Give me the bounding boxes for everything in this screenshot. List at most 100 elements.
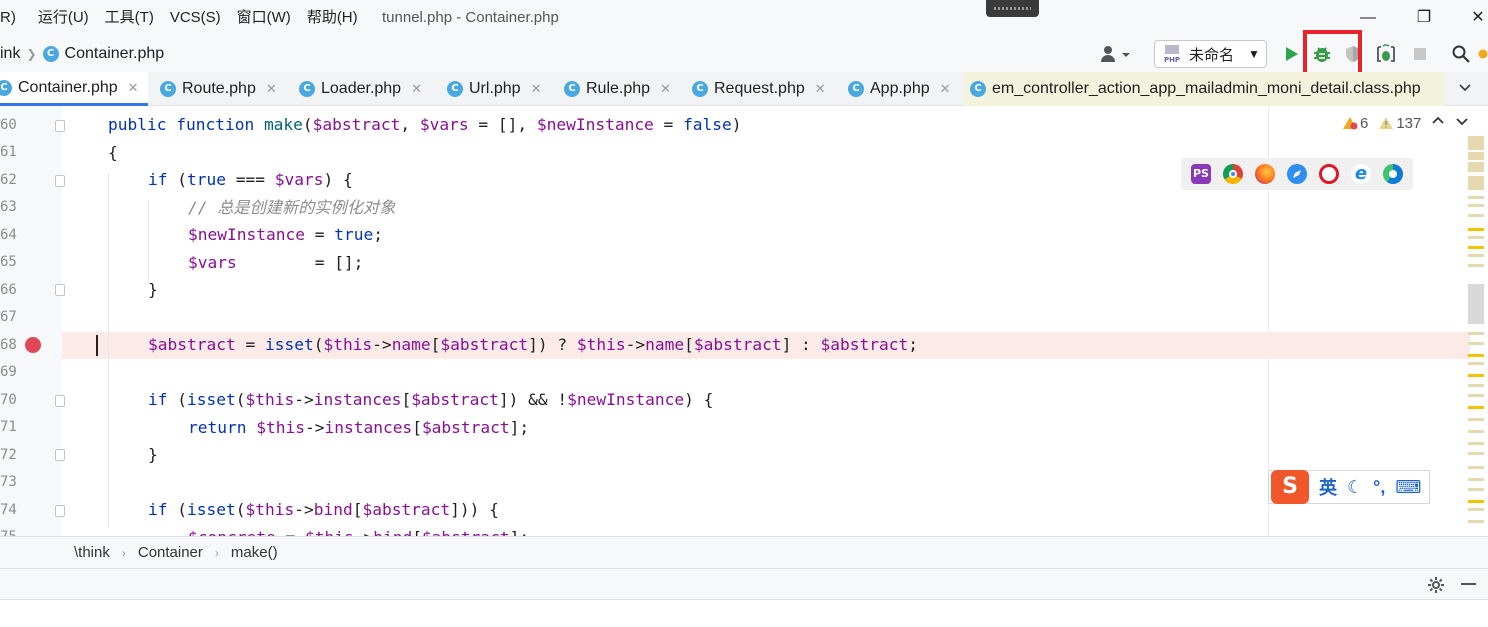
tool-window-content: [0, 600, 1488, 627]
debug-listen-icon[interactable]: [1374, 42, 1398, 66]
minimize-icon[interactable]: —: [1358, 8, 1378, 28]
nav-crumb-project[interactable]: ink ❯ C Container.php: [0, 44, 164, 64]
tab-list-chevron-icon[interactable]: [1458, 80, 1472, 97]
indent-guide: [108, 173, 109, 528]
next-highlight-icon[interactable]: [1455, 114, 1469, 132]
window-title: tunnel.php - Container.php: [382, 9, 559, 26]
title-bar: R) 运行(U) 工具(T) VCS(S) 窗口(W) 帮助(H) tunnel…: [0, 0, 1488, 36]
close-tab-icon[interactable]: ✕: [940, 81, 951, 97]
restore-icon[interactable]: ❐: [1414, 8, 1434, 28]
menu-run[interactable]: 运行(U): [30, 8, 97, 28]
nav-crumb-partial: ink: [0, 45, 21, 62]
chevron-right-icon: ›: [214, 545, 219, 560]
gear-icon[interactable]: [1427, 576, 1445, 598]
fold-marker[interactable]: [55, 395, 65, 407]
code-line[interactable]: if (isset($this->instances[$abstract]) &…: [148, 386, 713, 413]
tab-container[interactable]: C Container.php ✕: [0, 72, 148, 106]
breadcrumb-method[interactable]: make(): [231, 544, 278, 561]
search-icon[interactable]: [1449, 42, 1473, 66]
close-tab-icon[interactable]: ✕: [815, 81, 826, 97]
ie-icon[interactable]: e: [1351, 164, 1371, 184]
firefox-icon[interactable]: [1255, 164, 1275, 184]
error-count-label: 6: [1360, 114, 1369, 132]
line-number: 72: [0, 447, 17, 463]
code-line[interactable]: $newInstance = true;: [188, 221, 383, 248]
user-icon[interactable]: [1098, 42, 1132, 66]
ime-language-toggle[interactable]: 英: [1319, 474, 1337, 500]
code-line[interactable]: $abstract = isset($this->name[$abstract]…: [148, 331, 918, 358]
error-count[interactable]: 6: [1342, 115, 1368, 132]
close-tab-icon[interactable]: ✕: [660, 81, 671, 97]
fold-marker[interactable]: [55, 175, 65, 187]
punctuation-toggle[interactable]: °,: [1373, 477, 1385, 498]
previous-highlight-icon[interactable]: [1431, 114, 1445, 132]
tab-url[interactable]: C Url.php ✕: [441, 72, 547, 106]
tab-request[interactable]: C Request.php ✕: [686, 72, 832, 106]
tab-rule[interactable]: C Rule.php ✕: [558, 72, 677, 106]
line-number: 60: [0, 117, 17, 133]
menu-help[interactable]: 帮助(H): [299, 8, 366, 28]
code-line[interactable]: // 总是创建新的实例化对象: [188, 194, 395, 221]
code-line[interactable]: {: [108, 139, 118, 166]
menu-window[interactable]: 窗口(W): [229, 8, 299, 28]
phpstorm-icon[interactable]: PS: [1191, 164, 1211, 184]
line-number: 66: [0, 282, 17, 298]
breadcrumb-class[interactable]: Container: [138, 544, 203, 561]
class-icon: C: [564, 81, 580, 97]
menu-tools[interactable]: 工具(T): [97, 8, 162, 28]
update-icon[interactable]: [1478, 42, 1488, 66]
line-number: 63: [0, 199, 17, 215]
safari-icon[interactable]: [1287, 164, 1307, 184]
code-line[interactable]: $concrete = $this->bind[$abstract];: [188, 524, 529, 536]
close-tab-icon[interactable]: ✕: [531, 81, 542, 97]
code-line[interactable]: }: [148, 276, 158, 303]
close-window-icon[interactable]: ✕: [1468, 8, 1488, 28]
close-tab-icon[interactable]: ✕: [128, 80, 139, 96]
code-line[interactable]: public function make($abstract, $vars = …: [108, 111, 742, 138]
error-stripe[interactable]: [1468, 136, 1484, 536]
breadcrumb-namespace[interactable]: \think: [74, 544, 110, 561]
inspections-widget[interactable]: 6 137: [1342, 114, 1469, 132]
code-line[interactable]: if (true === $vars) {: [148, 166, 353, 193]
code-editor[interactable]: 60 61 62 63 64 65 66 67 68 69 70 71 72 7…: [0, 106, 1488, 536]
sogou-logo-icon[interactable]: S: [1271, 470, 1309, 504]
tab-app[interactable]: C App.php ✕: [842, 72, 957, 106]
fold-marker[interactable]: [55, 284, 65, 296]
line-number: 70: [0, 392, 17, 408]
code-line[interactable]: $vars = [];: [188, 249, 363, 276]
close-tab-icon[interactable]: ✕: [266, 81, 277, 97]
line-number: 61: [0, 144, 17, 160]
drag-handle[interactable]: [986, 0, 1039, 17]
code-line[interactable]: return $this->instances[$abstract];: [188, 414, 529, 441]
svg-text:PHP: PHP: [1164, 56, 1180, 64]
tab-route[interactable]: C Route.php ✕: [154, 72, 283, 106]
chrome-icon[interactable]: [1223, 164, 1243, 184]
tab-em-controller[interactable]: C em_controller_action_app_mailadmin_mon…: [964, 72, 1444, 106]
tab-label: Loader.php: [321, 80, 402, 97]
edge-icon[interactable]: [1383, 164, 1403, 184]
class-icon: C: [160, 81, 176, 97]
keyboard-icon[interactable]: ⌨: [1395, 477, 1421, 498]
menu-vcs[interactable]: VCS(S): [162, 8, 229, 28]
breakpoint-icon[interactable]: [25, 337, 41, 353]
stop-icon[interactable]: [1408, 42, 1432, 66]
tab-loader[interactable]: C Loader.php ✕: [293, 72, 428, 106]
run-icon[interactable]: [1279, 42, 1303, 66]
ime-toolbar[interactable]: S 英 ☾ °, ⌨: [1268, 470, 1430, 504]
menu-run-partial[interactable]: R): [0, 8, 24, 28]
code-line[interactable]: }: [148, 441, 158, 468]
opera-icon[interactable]: [1319, 164, 1339, 184]
class-icon: C: [970, 81, 986, 97]
fold-marker[interactable]: [55, 505, 65, 517]
chevron-right-icon: ›: [121, 545, 126, 560]
warning-count[interactable]: 137: [1378, 115, 1421, 132]
code-line[interactable]: if (isset($this->bind[$abstract])) {: [148, 496, 499, 523]
fold-marker[interactable]: [55, 120, 65, 132]
nav-crumb-file[interactable]: Container.php: [65, 44, 165, 64]
hide-panel-icon[interactable]: [1461, 583, 1476, 585]
run-config-select[interactable]: PHP 未命名 ▼: [1154, 40, 1267, 68]
moon-icon[interactable]: ☾: [1347, 477, 1363, 498]
line-number: 67: [0, 309, 17, 325]
fold-marker[interactable]: [55, 449, 65, 461]
close-tab-icon[interactable]: ✕: [411, 81, 422, 97]
